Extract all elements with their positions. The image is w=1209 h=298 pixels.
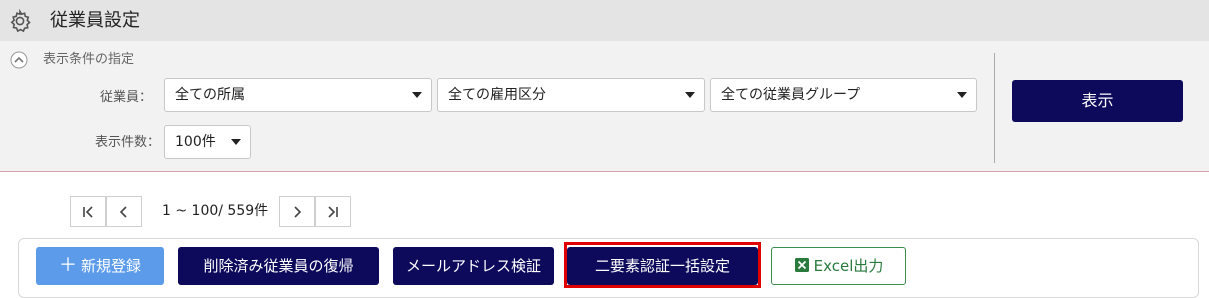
restore-deleted-button[interactable]: 削除済み従業員の復帰: [178, 247, 379, 285]
excel-icon: [794, 258, 809, 272]
excel-export-button[interactable]: Excel出力: [771, 247, 906, 285]
last-page-button[interactable]: [315, 196, 351, 227]
caret-down-icon: [685, 92, 695, 98]
new-register-button[interactable]: ＋新規登録: [36, 247, 164, 285]
count-select[interactable]: 100件: [164, 125, 251, 159]
gear-icon: [10, 9, 31, 33]
employment-type-select[interactable]: 全ての雇用区分: [437, 78, 705, 112]
first-page-icon: [83, 205, 93, 218]
page-title: 従業員設定: [50, 10, 140, 31]
count-label: 表示件数：: [95, 135, 161, 150]
title-bar: 従業員設定: [0, 0, 1209, 41]
divider: [994, 53, 995, 163]
highlight-frame: [564, 242, 761, 288]
employment-type-select-value: 全ての雇用区分: [448, 87, 546, 103]
department-select[interactable]: 全ての所属: [164, 78, 432, 112]
new-register-label: 新規登録: [80, 257, 141, 275]
caret-down-icon: [957, 92, 967, 98]
chevron-left-icon: [119, 205, 127, 218]
display-button[interactable]: 表示: [1012, 80, 1183, 122]
plus-icon: ＋: [58, 255, 77, 276]
last-page-icon: [328, 205, 338, 218]
department-select-value: 全ての所属: [175, 87, 245, 103]
verify-email-button[interactable]: メールアドレス検証: [393, 247, 554, 285]
chevron-right-icon: [294, 205, 302, 218]
pager-summary: 1 ~ 100/ 559件: [162, 203, 269, 219]
chevron-up-icon[interactable]: [10, 51, 28, 69]
filter-section-label: 表示条件の指定: [43, 52, 135, 67]
next-page-button[interactable]: [279, 196, 315, 227]
employee-label: 従業員：: [100, 90, 153, 105]
caret-down-icon: [231, 139, 241, 145]
first-page-button[interactable]: [70, 196, 106, 227]
employee-group-select[interactable]: 全ての従業員グループ: [710, 78, 977, 112]
employee-group-select-value: 全ての従業員グループ: [721, 87, 861, 103]
excel-export-label: Excel出力: [813, 257, 884, 275]
count-select-value: 100件: [175, 134, 216, 150]
prev-page-button[interactable]: [106, 196, 142, 227]
caret-down-icon: [412, 92, 422, 98]
